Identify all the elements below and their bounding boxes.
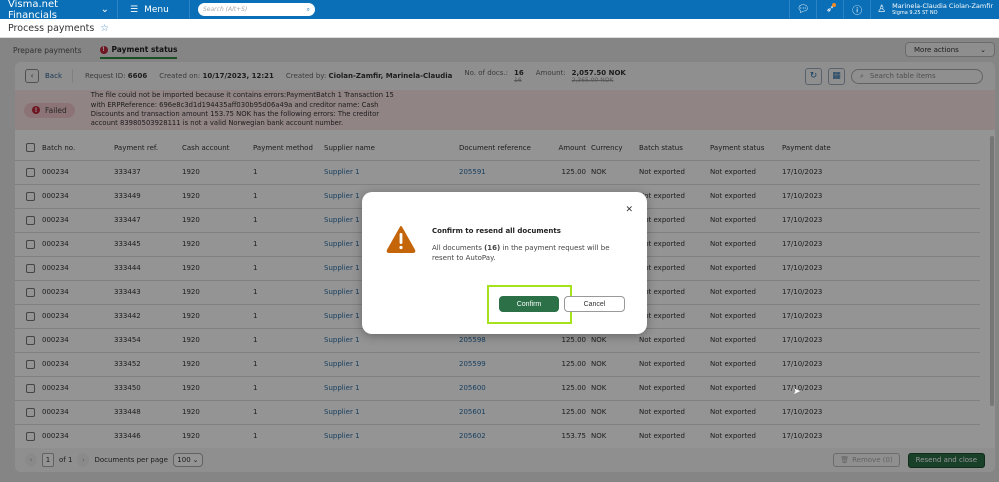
- hamburger-icon: ☰: [130, 4, 139, 15]
- search-icon: ⌕: [306, 5, 310, 13]
- chevron-down-icon: ⌄: [100, 4, 109, 15]
- page-header: Process payments ☆: [0, 19, 999, 38]
- menu-button[interactable]: ☰ Menu: [118, 0, 190, 19]
- search-placeholder: Search (Alt+S): [203, 6, 248, 13]
- user-menu[interactable]: ♙ Marinela-Claudia Ciolan-Zamfir Sigma 9.2…: [870, 0, 999, 19]
- page-title: Process payments: [8, 22, 95, 34]
- confirm-resend-dialog: ✕ Confirm to resend all documents All do…: [362, 192, 647, 334]
- top-bar: Visma.net Financials ⌄ ☰ Menu Search (Alt+…: [0, 0, 999, 21]
- rocket-icon[interactable]: ➶: [816, 0, 843, 19]
- brand-name: Visma.net Financials: [8, 0, 59, 21]
- user-name: Marinela-Claudia Ciolan-Zamfir: [892, 2, 993, 10]
- chat-icon[interactable]: 💬︎: [789, 0, 816, 19]
- dialog-title: Confirm to resend all documents: [432, 227, 561, 235]
- favorite-star-icon[interactable]: ☆: [100, 23, 109, 34]
- cancel-button[interactable]: Cancel: [564, 296, 625, 312]
- confirm-button[interactable]: Confirm: [499, 296, 559, 312]
- close-icon[interactable]: ✕: [625, 205, 633, 215]
- global-search-input[interactable]: Search (Alt+S) ⌕: [198, 3, 315, 16]
- dialog-message: All documents (16) in the payment reques…: [432, 244, 610, 262]
- company-name: Sigma 9.25 ST NO: [892, 10, 938, 16]
- menu-label: Menu: [144, 4, 169, 15]
- mouse-cursor-icon: ➤: [793, 387, 801, 397]
- warning-icon: [386, 226, 416, 253]
- user-icon: ♙: [877, 4, 887, 15]
- help-icon[interactable]: ⓘ: [843, 0, 870, 19]
- brand-switcher[interactable]: Visma.net Financials ⌄: [0, 0, 118, 21]
